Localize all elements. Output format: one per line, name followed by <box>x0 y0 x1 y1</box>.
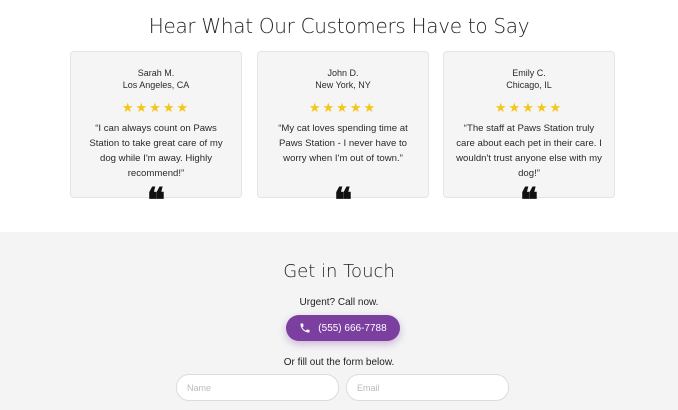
urgent-text: Urgent? Call now. <box>299 297 379 308</box>
quote-icon: ❝ <box>519 181 539 221</box>
customer-location: New York, NY <box>315 80 371 90</box>
testimonial-card: Emily C. Chicago, IL ★★★★★ “The staff at… <box>443 51 615 198</box>
phone-icon <box>300 323 310 333</box>
star-rating: ★★★★★ <box>121 100 191 115</box>
call-button[interactable]: (555) 666-7788 <box>286 315 400 341</box>
star-rating: ★★★★★ <box>308 100 378 115</box>
quote-icon: ❝ <box>333 181 353 221</box>
customer-name: Sarah M. <box>137 68 175 78</box>
testimonial-quote: “My cat loves spending time at Paws Stat… <box>278 123 408 164</box>
star-rating: ★★★★★ <box>494 100 564 115</box>
customer-name: Emily C. <box>512 68 546 78</box>
testimonials-section: Hear What Our Customers Have to Say Sara… <box>0 0 678 232</box>
form-intro-text: Or fill out the form below. <box>283 357 395 368</box>
testimonial-card: John D. New York, NY ★★★★★ “My cat loves… <box>257 51 429 198</box>
testimonial-quote: “The staff at Paws Station truly care ab… <box>456 123 602 179</box>
testimonial-card: Sarah M. Los Angeles, CA ★★★★★ “I can al… <box>70 51 242 198</box>
contact-title: Get in Touch <box>283 261 395 282</box>
contact-section: Get in Touch Urgent? Call now. (555) 666… <box>0 232 678 410</box>
quote-icon: ❝ <box>146 181 166 221</box>
call-button-label: (555) 666-7788 <box>318 322 387 334</box>
email-input[interactable] <box>346 374 509 401</box>
testimonial-quote: “I can always count on Paws Station to t… <box>89 123 223 179</box>
customer-location: Los Angeles, CA <box>122 80 190 90</box>
customer-location: Chicago, IL <box>506 80 552 90</box>
customer-name: John D. <box>327 68 359 78</box>
testimonials-title: Hear What Our Customers Have to Say <box>148 14 530 38</box>
name-input[interactable] <box>176 374 339 401</box>
